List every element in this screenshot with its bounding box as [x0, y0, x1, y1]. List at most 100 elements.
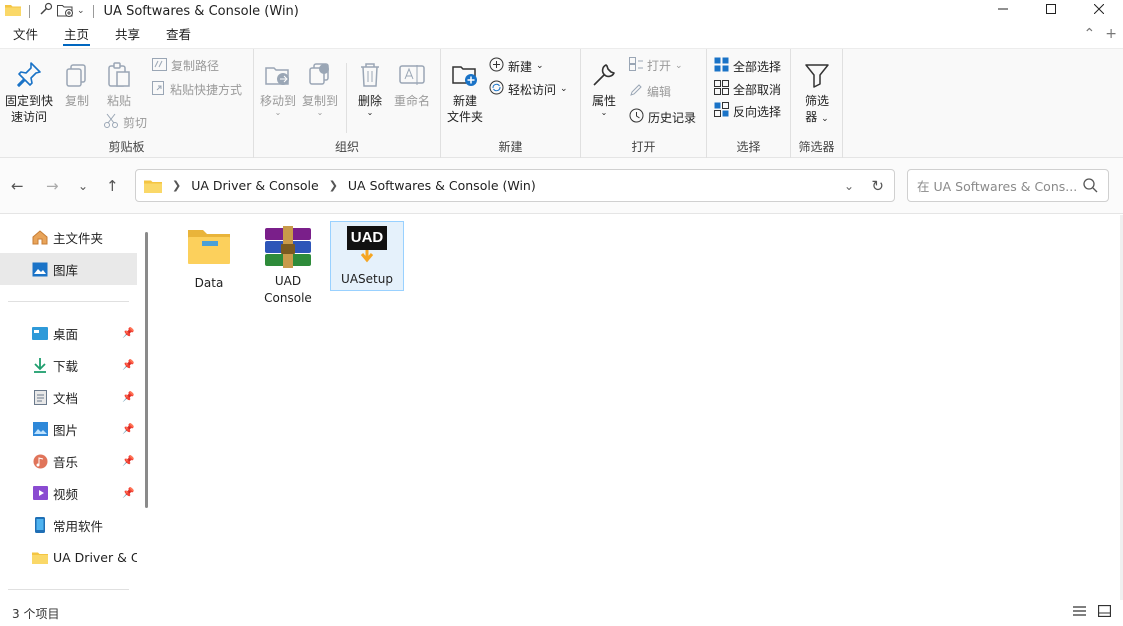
folder-icon	[144, 179, 162, 193]
pin-icon[interactable]: 📌	[122, 456, 134, 467]
copy-icon	[64, 61, 90, 93]
sidebar-item-gallery[interactable]: 图库	[0, 253, 137, 285]
sidebar-item-ua-driver[interactable]: UA Driver & Co	[0, 541, 137, 573]
quick-access-toolbar: ⌄	[0, 2, 98, 20]
tab-view[interactable]: 查看	[153, 22, 204, 48]
properties-icon[interactable]	[38, 2, 53, 20]
sidebar-scrollbar[interactable]	[145, 232, 148, 508]
tab-home[interactable]: 主页	[51, 22, 102, 48]
paste-button[interactable]: 粘贴	[102, 61, 136, 109]
address-dropdown-icon[interactable]: ⌄	[844, 179, 854, 193]
rename-button[interactable]: 重命名	[390, 61, 434, 109]
history-button[interactable]: 历史记录	[629, 108, 696, 126]
window-controls	[979, 0, 1123, 18]
address-bar[interactable]: ❯ UA Driver & Console ❯ UA Softwares & C…	[135, 169, 895, 202]
file-list: Data UAD Console UAD UASetup	[155, 215, 1123, 600]
file-item-uad-console[interactable]: UAD Console	[251, 222, 325, 312]
documents-icon	[32, 389, 48, 405]
easy-access-label: 轻松访问	[508, 82, 557, 97]
breadcrumb-ua-driver[interactable]: UA Driver & Console	[191, 178, 318, 193]
sidebar-item-label: 音乐	[53, 454, 79, 470]
new-folder-button[interactable]: 新建 文件夹	[445, 61, 485, 125]
select-group-label: 选择	[736, 140, 761, 154]
new-group: 新建 文件夹 新建 ⌄ 轻松访问 ⌄ 新建	[441, 49, 581, 159]
qat-dropdown-icon[interactable]: ⌄	[77, 6, 85, 16]
clipboard-group-label: 剪贴板	[108, 140, 145, 154]
new-item-button[interactable]: 新建 ⌄	[489, 57, 544, 75]
up-arrow-icon[interactable]: ↑	[106, 177, 119, 195]
easy-access-button[interactable]: 轻松访问 ⌄	[489, 80, 568, 98]
ribbon: 固定到快 速访问 复制 粘贴 复制路径 粘贴快捷方式 剪切 剪贴板 移动到 ⌄ …	[0, 48, 1123, 159]
select-none-icon	[714, 80, 729, 98]
move-to-button[interactable]: 移动到 ⌄	[258, 61, 298, 117]
copy-path-icon	[152, 57, 167, 74]
breadcrumb-ua-softwares[interactable]: UA Softwares & Console (Win)	[348, 178, 536, 193]
tab-file[interactable]: 文件	[0, 22, 51, 48]
download-icon	[32, 357, 48, 373]
cut-button[interactable]: 剪切	[103, 113, 147, 132]
funnel-icon	[803, 61, 831, 93]
paste-label: 粘贴	[106, 94, 131, 108]
details-view-icon[interactable]	[1073, 605, 1086, 620]
file-name: UASetup	[341, 272, 393, 286]
paste-shortcut-button[interactable]: 粘贴快捷方式	[152, 80, 242, 98]
file-name-line-1: UAD	[274, 274, 302, 288]
winrar-icon	[263, 226, 313, 273]
pin-icon[interactable]: 📌	[122, 360, 134, 371]
rename-label: 重命名	[393, 94, 430, 108]
pin-ribbon-icon[interactable]: +	[1105, 26, 1117, 42]
close-button[interactable]	[1075, 0, 1123, 18]
new-folder-icon[interactable]	[57, 3, 73, 20]
filter-label-1: 筛选	[804, 94, 829, 108]
filter-button[interactable]: 筛选 器 ⌄	[797, 61, 837, 127]
open-button[interactable]: 打开 ⌄	[629, 57, 683, 74]
back-arrow-icon[interactable]: ←	[11, 177, 24, 195]
properties-button[interactable]: 属性 ⌄	[587, 61, 621, 117]
file-item-uasetup[interactable]: UAD UASetup	[330, 221, 404, 291]
sidebar-item-common-software[interactable]: 常用软件	[0, 509, 137, 541]
sidebar-item-music[interactable]: 音乐 📌	[0, 445, 137, 477]
file-name: Data	[194, 276, 224, 290]
delete-button[interactable]: 删除 ⌄	[352, 61, 388, 117]
copy-to-button[interactable]: 复制到 ⌄	[300, 61, 340, 117]
pin-icon[interactable]: 📌	[122, 392, 134, 403]
sidebar-item-downloads[interactable]: 下载 📌	[0, 349, 137, 381]
pin-icon[interactable]: 📌	[122, 424, 134, 435]
select-all-button[interactable]: 全部选择	[714, 57, 781, 75]
refresh-icon[interactable]: ↻	[871, 177, 884, 195]
folder-icon	[186, 226, 232, 271]
tab-share[interactable]: 共享	[102, 22, 153, 48]
search-icon[interactable]	[1083, 178, 1098, 196]
open-group-label: 打开	[631, 140, 656, 154]
ribbon-tabs: 文件 主页 共享 查看 ⌃ +	[0, 22, 1123, 48]
copy-path-label: 复制路径	[171, 59, 220, 73]
maximize-button[interactable]	[1027, 0, 1075, 18]
minimize-button[interactable]	[979, 0, 1027, 18]
large-icons-view-icon[interactable]	[1097, 604, 1112, 620]
new-folder-icon	[451, 61, 479, 93]
pin-quick-access-button[interactable]: 固定到快 速访问	[4, 61, 54, 125]
filter-group-label: 筛选器	[798, 140, 835, 154]
edit-button[interactable]: 编辑	[629, 83, 671, 100]
collapse-ribbon-icon[interactable]: ⌃	[1084, 26, 1096, 42]
select-none-button[interactable]: 全部取消	[714, 80, 781, 98]
search-placeholder: 在 UA Softwares & Cons...	[917, 179, 1078, 194]
search-box[interactable]: 在 UA Softwares & Cons...	[907, 169, 1109, 202]
recent-dropdown-icon[interactable]: ⌄	[78, 179, 88, 193]
copy-button[interactable]: 复制	[60, 61, 94, 109]
file-item-data[interactable]: Data	[172, 222, 246, 302]
sidebar-item-pictures[interactable]: 图片 📌	[0, 413, 137, 445]
pin-icon[interactable]: 📌	[122, 328, 134, 339]
pin-icon[interactable]: 📌	[122, 488, 134, 499]
sidebar-item-documents[interactable]: 文档 📌	[0, 381, 137, 413]
invert-selection-button[interactable]: 反向选择	[714, 102, 781, 120]
copy-path-button[interactable]: 复制路径	[152, 57, 219, 74]
sidebar-item-desktop[interactable]: 桌面 📌	[0, 317, 137, 349]
sidebar-item-videos[interactable]: 视频 📌	[0, 477, 137, 509]
sidebar-item-home[interactable]: 主文件夹	[0, 221, 137, 253]
select-all-icon	[714, 57, 729, 75]
sidebar-item-label: 常用软件	[53, 518, 104, 534]
sidebar-item-label: 主文件夹	[53, 230, 104, 246]
forward-arrow-icon[interactable]: →	[46, 177, 59, 195]
sidebar-item-label: 图库	[53, 262, 79, 278]
